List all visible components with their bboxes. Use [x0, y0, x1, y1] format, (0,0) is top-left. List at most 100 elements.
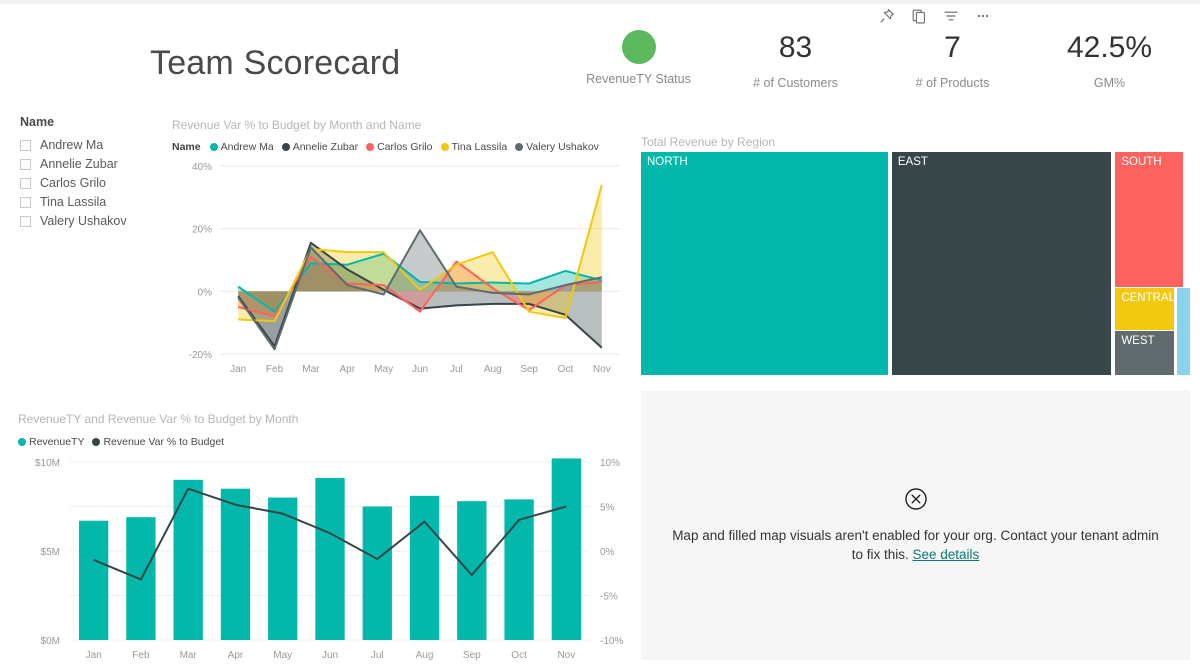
- legend-label: Valery Ushakov: [526, 141, 599, 153]
- visual-toolbar: [878, 4, 996, 28]
- svg-text:$10M: $10M: [35, 458, 60, 469]
- report-page: Team Scorecard RevenueTY Status 83 # of …: [0, 0, 1200, 666]
- slicer-item[interactable]: Annelie Zubar: [20, 155, 170, 173]
- svg-text:Nov: Nov: [593, 364, 611, 375]
- legend-color-dot: [366, 143, 375, 151]
- svg-text:Aug: Aug: [416, 650, 434, 661]
- legend-item[interactable]: Tina Lassila: [440, 141, 508, 153]
- more-options-icon[interactable]: [974, 7, 992, 25]
- slicer-item-label: Tina Lassila: [40, 195, 107, 209]
- svg-text:Feb: Feb: [266, 364, 284, 375]
- legend-item[interactable]: Revenue Var % to Budget: [92, 436, 224, 448]
- kpi-label: # of Customers: [753, 76, 838, 90]
- slicer-checkbox[interactable]: [20, 177, 31, 189]
- legend-color-dot: [209, 143, 218, 151]
- name-slicer: Name Andrew Ma Annelie Zubar Carlos Grilo T…: [20, 115, 170, 231]
- slicer-item[interactable]: Andrew Ma: [20, 136, 170, 154]
- legend-item[interactable]: Annelie Zubar: [281, 141, 358, 153]
- svg-text:Apr: Apr: [228, 650, 244, 661]
- line-chart-legend: Name Andrew Ma Annelie Zubar Carlos Grilo Ti…: [172, 141, 632, 153]
- svg-text:Apr: Apr: [339, 364, 355, 375]
- svg-text:Nov: Nov: [557, 650, 575, 661]
- svg-text:Aug: Aug: [484, 364, 502, 375]
- slicer-item[interactable]: Carlos Grilo: [20, 174, 170, 192]
- slicer-checkbox[interactable]: [20, 139, 31, 151]
- treemap-node[interactable]: EAST: [891, 152, 1112, 375]
- kpi-card-gm-percent[interactable]: 42.5% GM%: [1031, 28, 1188, 104]
- visual-title: Total Revenue by Region: [641, 135, 776, 149]
- svg-text:Jul: Jul: [371, 650, 384, 661]
- svg-text:Mar: Mar: [180, 650, 198, 661]
- svg-text:5%: 5%: [600, 503, 615, 514]
- kpi-row: RevenueTY Status 83 # of Customers 7 # o…: [560, 28, 1188, 104]
- svg-text:10%: 10%: [600, 458, 620, 469]
- kpi-card-revenuety-status[interactable]: RevenueTY Status: [560, 28, 717, 104]
- page-title: Team Scorecard: [150, 44, 401, 82]
- svg-text:0%: 0%: [600, 547, 615, 558]
- legend-label: Revenue Var % to Budget: [103, 436, 225, 448]
- legend-item[interactable]: Valery Ushakov: [515, 141, 599, 153]
- line-chart-plot[interactable]: -20% 0% 20% 40% Jan Feb Mar Apr May Jun Jul Aug Sep O…: [172, 158, 632, 380]
- combo-chart-svg: $0M $5M $10M -10% -5% 0% 5% 10% Jan Feb Mar Apr May J…: [35, 458, 623, 661]
- slicer-checkbox[interactable]: [20, 215, 31, 227]
- slicer-item[interactable]: Valery Ushakov: [20, 212, 170, 230]
- svg-text:40%: 40%: [192, 162, 212, 173]
- kpi-label: # of Products: [915, 76, 990, 90]
- treemap-node-label: SOUTH: [1121, 156, 1162, 168]
- combo-chart-plot[interactable]: $0M $5M $10M -10% -5% 0% 5% 10% Jan Feb Mar Apr May J…: [8, 454, 638, 666]
- svg-text:May: May: [374, 364, 393, 375]
- treemap-node-label: CENTRAL: [1121, 292, 1174, 305]
- treemap-node-label: EAST: [897, 156, 928, 168]
- treemap-node[interactable]: WEST: [1115, 331, 1174, 375]
- kpi-card-products[interactable]: 7 # of Products: [874, 28, 1031, 104]
- combo-chart-revenuety: RevenueTY and Revenue Var % to Budget by…: [8, 412, 638, 666]
- kpi-value: 7: [944, 31, 961, 64]
- svg-text:Jan: Jan: [86, 650, 102, 661]
- svg-text:Jun: Jun: [322, 650, 338, 661]
- line-chart-revenue-var: Revenue Var % to Budget by Month and Nam…: [172, 118, 632, 380]
- svg-text:20%: 20%: [192, 225, 212, 236]
- visual-title: Revenue Var % to Budget by Month and Nam…: [172, 118, 422, 132]
- legend-item[interactable]: RevenueTY: [18, 436, 84, 448]
- legend-label: Carlos Grilo: [377, 141, 433, 153]
- slicer-checkbox[interactable]: [20, 158, 31, 170]
- slicer-item[interactable]: Tina Lassila: [20, 193, 170, 211]
- svg-text:-5%: -5%: [600, 592, 618, 603]
- svg-text:$0M: $0M: [41, 636, 60, 647]
- kpi-card-customers[interactable]: 83 # of Customers: [717, 28, 874, 104]
- slicer-checkbox[interactable]: [20, 196, 31, 208]
- legend-item[interactable]: Andrew Ma: [209, 141, 274, 153]
- svg-text:Mar: Mar: [302, 364, 320, 375]
- svg-text:-20%: -20%: [189, 350, 212, 361]
- top-strip: [0, 0, 1200, 4]
- legend-label: RevenueTY: [29, 436, 85, 448]
- legend-color-dot: [18, 438, 26, 446]
- svg-text:Feb: Feb: [132, 650, 150, 661]
- map-error-text: Map and filled map visuals aren't enable…: [666, 526, 1166, 564]
- slicer-item-label: Andrew Ma: [40, 138, 104, 152]
- legend-color-dot: [92, 438, 101, 446]
- visual-title: RevenueTY and Revenue Var % to Budget by…: [18, 412, 299, 426]
- slicer-item-label: Carlos Grilo: [40, 176, 106, 190]
- legend-color-dot: [515, 143, 524, 151]
- legend-title: Name: [172, 141, 201, 153]
- treemap-body: NORTH EAST SOUTH CENTRAL WEST: [641, 152, 1190, 375]
- treemap-node[interactable]: NORTH: [641, 152, 889, 375]
- svg-text:Jul: Jul: [450, 364, 463, 375]
- treemap-total-revenue-by-region: Total Revenue by Region NORTH EAST SOUTH CE…: [641, 135, 1190, 375]
- pin-icon[interactable]: [878, 7, 896, 25]
- svg-text:Jan: Jan: [230, 364, 246, 375]
- legend-item[interactable]: Carlos Grilo: [366, 141, 433, 153]
- slicer-item-list: Andrew Ma Annelie Zubar Carlos Grilo Tina L…: [20, 136, 170, 230]
- svg-text:Sep: Sep: [463, 650, 481, 661]
- legend-label: Tina Lassila: [451, 141, 508, 153]
- treemap-node[interactable]: SOUTH: [1115, 152, 1184, 287]
- slicer-item-label: Annelie Zubar: [40, 157, 118, 171]
- see-details-link[interactable]: See details: [913, 547, 980, 562]
- copy-icon[interactable]: [910, 7, 928, 25]
- treemap-node[interactable]: [1177, 288, 1190, 375]
- kpi-value: 42.5%: [1066, 31, 1153, 64]
- svg-text:Oct: Oct: [558, 364, 574, 375]
- filter-icon[interactable]: [942, 7, 960, 25]
- treemap-node[interactable]: CENTRAL: [1115, 288, 1174, 330]
